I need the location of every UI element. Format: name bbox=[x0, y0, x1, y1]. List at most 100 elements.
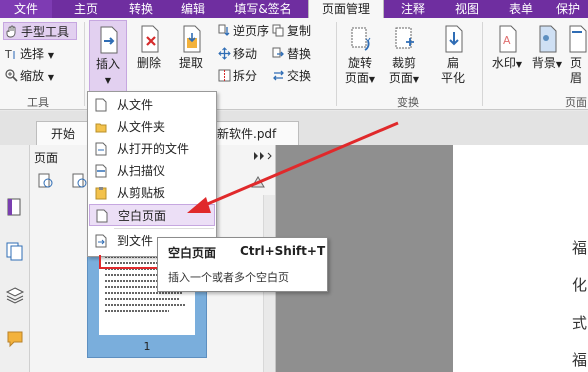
menu-tab-protect[interactable]: 保护 bbox=[548, 0, 588, 18]
menu-bar: 文件 主页 转换 编辑 填写&签名 页面管理 注释 视图 表单 保护 bbox=[0, 0, 588, 18]
rotate-page-button[interactable]: 旋转 页面▼ bbox=[341, 24, 379, 87]
move-label: 移动 bbox=[233, 47, 258, 61]
thumbnail-zoom-in-icon[interactable] bbox=[38, 173, 54, 189]
header-footer-label-2: 眉 bbox=[569, 71, 582, 85]
background-icon bbox=[539, 25, 557, 53]
menu-tab-view[interactable]: 视图 bbox=[444, 0, 490, 18]
menu-tab-home[interactable]: 主页 bbox=[62, 0, 110, 18]
menu-tab-file[interactable]: 文件 bbox=[0, 0, 52, 18]
pages-panel-title: 页面 bbox=[34, 151, 59, 165]
tooltip-title: 空白页面 bbox=[168, 246, 217, 260]
tab-start[interactable]: 开始 bbox=[36, 121, 91, 145]
flatten-label-1: 扁 bbox=[446, 56, 459, 70]
menu-item-from-file[interactable]: 从文件 bbox=[89, 94, 215, 116]
menu-item-label: 从扫描仪 bbox=[117, 164, 166, 178]
scanner-icon bbox=[95, 164, 107, 178]
document-text-char: 福 bbox=[572, 239, 588, 257]
menu-divider bbox=[114, 228, 214, 229]
delete-button[interactable]: 删除 bbox=[130, 24, 168, 71]
folder-icon bbox=[95, 123, 107, 133]
background-button[interactable]: 背景▼ bbox=[528, 24, 566, 72]
svg-text:A: A bbox=[503, 34, 511, 47]
tooltip: 空白页面 Ctrl+Shift+T 插入一个或者多个空白页 bbox=[157, 237, 328, 292]
header-footer-button[interactable]: 页眉 bbox=[564, 24, 588, 86]
menu-item-from-open-file[interactable]: 从打开的文件 bbox=[89, 138, 215, 160]
extract-label: 提取 bbox=[178, 56, 203, 70]
crop-page-button[interactable]: 裁剪 页面▼ bbox=[385, 24, 423, 87]
text-select-icon: T bbox=[5, 48, 15, 60]
page-group-label: 页面 bbox=[565, 96, 587, 109]
thumbnail-zoom-out-icon[interactable] bbox=[72, 173, 88, 189]
split-button[interactable]: 拆分 bbox=[218, 67, 257, 85]
pages-icon[interactable] bbox=[5, 241, 25, 261]
menu-tab-form[interactable]: 表单 bbox=[500, 0, 542, 18]
crop-label-1: 裁剪 bbox=[391, 56, 416, 70]
header-footer-label-1: 页 bbox=[569, 56, 582, 70]
copy-button[interactable]: 复制 bbox=[272, 22, 311, 40]
flatten-button[interactable]: 扁平化 bbox=[434, 24, 472, 86]
divider bbox=[336, 22, 337, 106]
document-text-char: 化 bbox=[572, 276, 588, 294]
menu-tab-page-management[interactable]: 页面管理 bbox=[308, 0, 384, 18]
replace-icon bbox=[272, 47, 284, 58]
extract-button[interactable]: 提取 bbox=[172, 24, 210, 71]
reverse-order-button[interactable]: 逆页序 bbox=[218, 22, 269, 40]
bookmark-icon[interactable] bbox=[5, 197, 25, 217]
menu-item-from-scanner[interactable]: 从扫描仪 bbox=[89, 160, 215, 182]
swap-button[interactable]: 交换 bbox=[272, 67, 311, 85]
insert-button[interactable]: 插入 ▼ bbox=[89, 20, 127, 92]
background-label: 背景 bbox=[531, 56, 556, 70]
tooltip-shortcut: Ctrl+Shift+T bbox=[240, 244, 326, 258]
tooltip-description: 插入一个或者多个空白页 bbox=[168, 271, 289, 284]
export-file-icon bbox=[95, 234, 107, 248]
menu-item-from-folder[interactable]: 从文件夹 bbox=[89, 116, 215, 138]
open-file-icon bbox=[95, 142, 107, 156]
chevron-down-icon: ▼ bbox=[555, 60, 563, 69]
chevron-down-icon: ▼ bbox=[412, 75, 420, 84]
header-footer-icon bbox=[569, 25, 587, 53]
replace-button[interactable]: 替换 bbox=[272, 45, 311, 63]
menu-item-label: 从打开的文件 bbox=[117, 142, 190, 156]
hand-tool-button[interactable]: 手型工具 bbox=[3, 22, 77, 40]
hand-tool-label: 手型工具 bbox=[21, 25, 70, 39]
move-button[interactable]: 移动 bbox=[218, 45, 257, 63]
select-label: 选择 bbox=[20, 47, 45, 61]
split-label: 拆分 bbox=[233, 69, 258, 83]
menu-item-blank-page[interactable]: 空白页面 bbox=[89, 204, 215, 226]
reverse-order-icon bbox=[218, 24, 230, 36]
panel-expand-icon[interactable] bbox=[252, 151, 272, 161]
delete-page-icon bbox=[141, 25, 159, 53]
insert-dropdown-menu: 从文件 从文件夹 从打开的文件 从扫描仪 从剪贴板 空白页面 到文件 bbox=[87, 91, 217, 257]
chevron-down-icon: ▼ bbox=[47, 51, 54, 60]
tab-document-label: 新软件.pdf bbox=[217, 127, 277, 141]
menu-tab-comment[interactable]: 注释 bbox=[390, 0, 436, 18]
thumbnail-options-icon[interactable] bbox=[250, 173, 266, 189]
zoom-label: 缩放 bbox=[20, 69, 45, 83]
file-icon bbox=[95, 98, 107, 112]
document-page bbox=[453, 145, 588, 372]
rotate-page-icon bbox=[351, 27, 371, 51]
menu-item-label: 空白页面 bbox=[118, 209, 167, 223]
select-button[interactable]: T 选择 ▼ bbox=[5, 45, 54, 63]
transform-group-label: 变换 bbox=[397, 96, 419, 109]
chevron-down-icon: ▼ bbox=[104, 76, 112, 85]
menu-tab-convert[interactable]: 转换 bbox=[118, 0, 164, 18]
reverse-order-label: 逆页序 bbox=[233, 24, 270, 38]
split-icon bbox=[218, 69, 231, 82]
menu-tab-fill-sign[interactable]: 填写&签名 bbox=[222, 0, 304, 18]
watermark-button[interactable]: A 水印▼ bbox=[488, 24, 526, 72]
menu-tab-edit[interactable]: 编辑 bbox=[170, 0, 216, 18]
copy-label: 复制 bbox=[287, 24, 312, 38]
extract-page-icon bbox=[183, 25, 201, 53]
insert-page-icon bbox=[100, 26, 118, 54]
swap-label: 交换 bbox=[287, 69, 312, 83]
blank-page-icon bbox=[96, 209, 108, 223]
swap-icon bbox=[273, 70, 284, 81]
zoom-button[interactable]: 缩放 ▼ bbox=[5, 67, 54, 85]
chevron-down-icon: ▼ bbox=[515, 60, 523, 69]
comments-icon[interactable] bbox=[5, 329, 25, 349]
layers-icon[interactable] bbox=[5, 285, 25, 305]
menu-item-from-clipboard[interactable]: 从剪贴板 bbox=[89, 182, 215, 204]
chevron-down-icon: ▼ bbox=[368, 75, 376, 84]
tab-document[interactable]: 新软件.pdf bbox=[210, 121, 300, 145]
